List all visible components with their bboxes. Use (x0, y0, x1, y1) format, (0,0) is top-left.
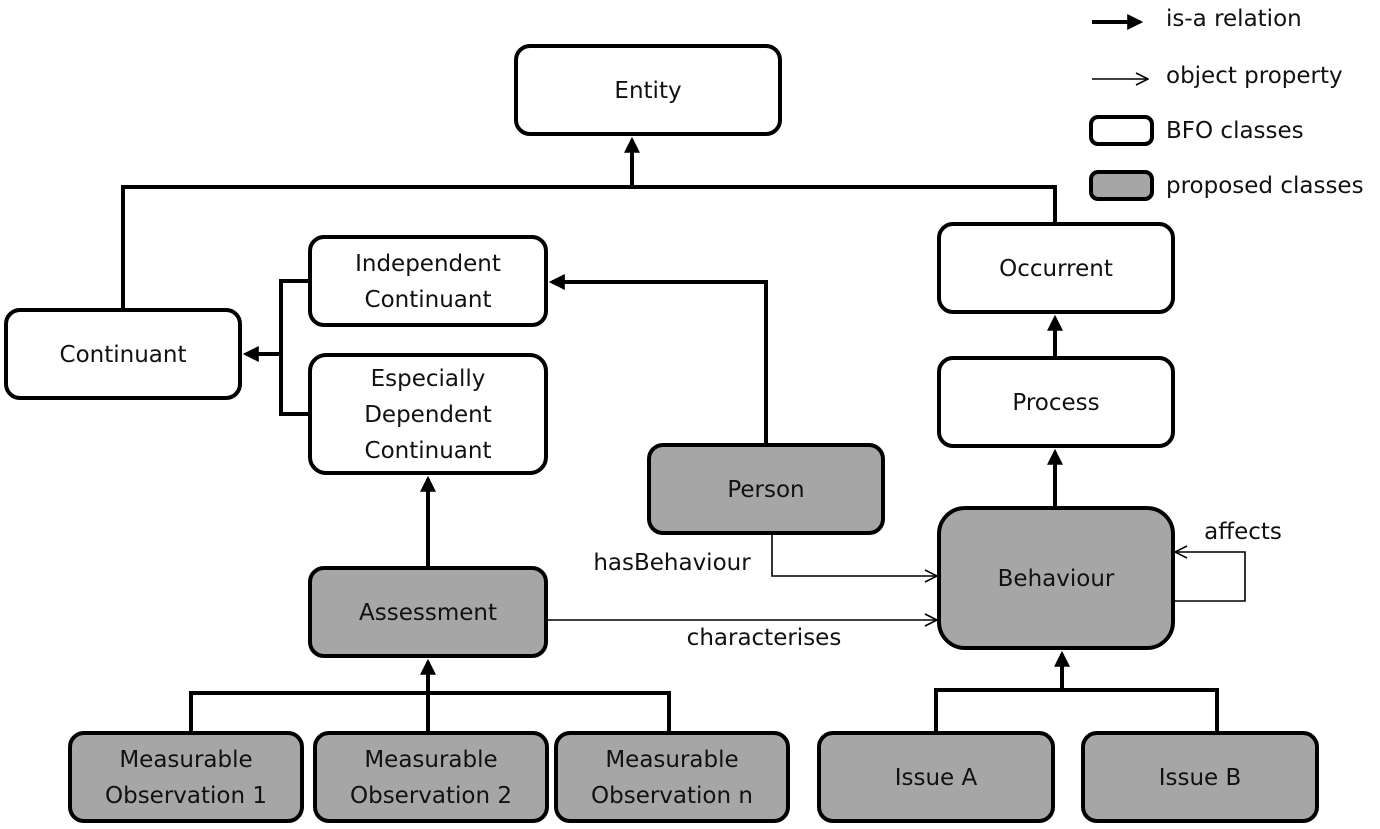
node-label: Measurable (605, 747, 738, 773)
node-label: Measurable (119, 747, 252, 773)
node-especially-dependent-continuant: Especially Dependent Continuant (308, 353, 548, 475)
isa-bracket-continuants (279, 279, 310, 416)
legend-bfo-label: BFO classes (1166, 118, 1304, 144)
node-issue-b: Issue B (1081, 731, 1319, 823)
edge-label-hasbehaviour: hasBehaviour (593, 550, 751, 576)
isa-tree-issues (934, 688, 1219, 733)
legend-proposed-swatch (1089, 170, 1154, 201)
node-label: Person (727, 477, 804, 503)
nodes: EntityContinuantIndependentContinuantEsp… (4, 44, 1319, 823)
node-continuant: Continuant (4, 308, 242, 400)
node-entity: Entity (514, 44, 782, 136)
node-label: Issue B (1159, 765, 1242, 791)
edge-label-affects: affects (1204, 519, 1282, 545)
node-measurable-observation-1: Measurable Observation 1 (68, 731, 304, 823)
node-label: Issue A (895, 765, 978, 791)
node-label: Continuant (365, 438, 492, 464)
node-label: Behaviour (998, 566, 1115, 592)
node-issue-a: Issue A (817, 731, 1055, 823)
isa-person-to-independent-continuant (548, 274, 768, 445)
legend-proposed-label: proposed classes (1166, 173, 1364, 199)
node-label: Dependent (364, 402, 492, 428)
node-label: Measurable (364, 747, 497, 773)
legend-objprop-label: object property (1166, 63, 1343, 89)
node-label: Observation n (591, 783, 753, 809)
node-label: Continuant (60, 342, 187, 368)
node-person: Person (647, 443, 885, 535)
legend-isa-label: is-a relation (1166, 6, 1302, 32)
node-label: Occurrent (999, 256, 1113, 282)
edge-label-characterises: characterises (687, 625, 842, 651)
node-measurable-observation-n: Measurable Observation n (554, 731, 790, 823)
objprop-affects (1173, 552, 1246, 602)
node-measurable-observation-2: Measurable Observation 2 (313, 731, 549, 823)
node-occurrent: Occurrent (937, 222, 1175, 314)
node-behaviour: Behaviour (937, 506, 1175, 650)
objprop-hasbehaviour (771, 533, 937, 576)
node-label: Process (1012, 390, 1099, 416)
node-label: Especially (371, 366, 486, 392)
legend-bfo-swatch (1089, 115, 1154, 146)
node-label: Observation 1 (105, 783, 267, 809)
node-label: Entity (614, 78, 681, 104)
node-independent-continuant: Independent Continuant (308, 235, 548, 327)
legend: is-a relation object property BFO classe… (1089, 6, 1364, 201)
isa-tree-entity (121, 185, 1057, 310)
node-label: Assessment (359, 600, 497, 626)
node-label: Independent (355, 251, 501, 277)
ontology-diagram: EntityContinuantIndependentContinuantEsp… (4, 6, 1364, 823)
node-assessment: Assessment (308, 566, 548, 658)
node-label: Observation 2 (350, 783, 512, 809)
node-process: Process (937, 356, 1175, 448)
node-label: Continuant (365, 287, 492, 313)
